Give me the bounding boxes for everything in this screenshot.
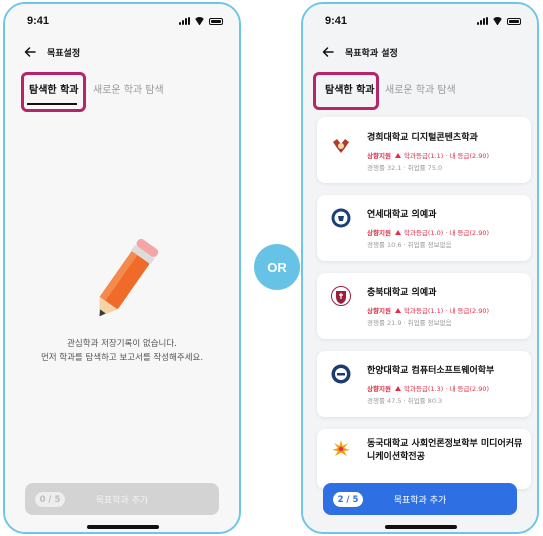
phone-frame-right: 9:41 목표학과 설정 탐색한 학과 새로운 학과 탐색 경희대학교 디지털콘… xyxy=(301,2,539,534)
grade-detail: 학과등급(1.1) · 내 등급(2.90) xyxy=(403,152,489,160)
button-label: 목표학과 추가 xyxy=(95,496,149,506)
status-time: 9:41 xyxy=(325,15,348,27)
or-badge: OR xyxy=(254,244,300,290)
app-bar: 목표설정 xyxy=(5,42,239,62)
support-level: 상향지원 xyxy=(367,152,391,160)
signal-icon xyxy=(477,17,488,25)
university-logo-icon xyxy=(331,286,351,306)
university-logo-icon xyxy=(331,364,351,384)
competition-employment-info: 경쟁률 47.5 · 취업률 80.3 xyxy=(367,397,443,405)
support-level: 상향지원 xyxy=(367,385,391,393)
department-card[interactable]: 연세대학교 의예과 상향지원 학과등급(1.0) · 내 등급(2.90) 경쟁률… xyxy=(317,195,531,261)
triangle-up-icon xyxy=(394,386,401,391)
wifi-icon xyxy=(492,17,503,25)
department-card[interactable]: 한양대학교 컴퓨터소프트웨어학부 상향지원 학과등급(1.3) · 내 등급(2.… xyxy=(317,351,531,417)
university-logo-icon xyxy=(331,208,351,228)
page-title: 목표학과 설정 xyxy=(345,49,398,59)
grade-info: 상향지원 학과등급(1.1) · 내 등급(2.90) xyxy=(367,305,489,315)
screen-department-list: 9:41 목표학과 설정 탐색한 학과 새로운 학과 탐색 경희대학교 디지털콘… xyxy=(303,4,537,532)
back-arrow-icon[interactable] xyxy=(321,45,335,59)
university-logo-icon xyxy=(333,139,349,153)
department-name: 동국대학교 사회언론정보학부 미디어커뮤니케이션학전공 xyxy=(367,439,523,462)
grade-detail: 학과등급(1.1) · 내 등급(2.90) xyxy=(403,307,489,315)
add-target-department-button[interactable]: 0 / 5 목표학과 추가 xyxy=(25,483,219,515)
status-icons xyxy=(179,17,223,25)
status-icons xyxy=(477,17,521,25)
tab-highlight-box xyxy=(313,72,379,110)
signal-icon xyxy=(179,17,190,25)
competition-employment-info: 경쟁률 32.1 · 취업률 75.0 xyxy=(367,164,443,172)
phone-frame-left: 9:41 목표설정 탐색한 학과 새로운 학과 탐색 관심학과 저장기록이 없습… xyxy=(3,2,241,534)
tab-new-department-search[interactable]: 새로운 학과 탐색 xyxy=(385,81,456,96)
support-level: 상향지원 xyxy=(367,229,391,237)
pencil-icon xyxy=(99,238,159,317)
competition-employment-info: 경쟁률 10.6 · 취업률 정보없음 xyxy=(367,241,452,249)
grade-info: 상향지원 학과등급(1.3) · 내 등급(2.90) xyxy=(367,383,489,393)
battery-icon xyxy=(209,17,223,25)
triangle-up-icon xyxy=(394,230,401,235)
empty-state-message: 관심학과 저장기록이 없습니다. 먼저 학과를 탐색하고 보고서를 작성해주세요… xyxy=(5,337,239,365)
department-name: 한양대학교 컴퓨터소프트웨어학부 xyxy=(367,366,495,376)
department-name: 충북대학교 의예과 xyxy=(367,288,437,298)
status-bar: 9:41 xyxy=(5,15,239,31)
empty-message-line1: 관심학과 저장기록이 없습니다. xyxy=(67,339,177,349)
tab-bar: 탐색한 학과 새로운 학과 탐색 xyxy=(21,72,221,112)
university-logo-icon xyxy=(332,440,350,456)
home-indicator xyxy=(87,525,159,529)
battery-icon xyxy=(507,17,521,25)
support-level: 상향지원 xyxy=(367,307,391,315)
grade-detail: 학과등급(1.0) · 내 등급(2.90) xyxy=(403,229,489,237)
department-card[interactable]: 동국대학교 사회언론정보학부 미디어커뮤니케이션학전공 xyxy=(317,429,531,489)
triangle-up-icon xyxy=(394,308,401,313)
status-time: 9:41 xyxy=(27,15,50,27)
page-title: 목표설정 xyxy=(47,49,81,59)
add-target-department-button[interactable]: 2 / 5 목표학과 추가 xyxy=(323,483,517,515)
back-arrow-icon[interactable] xyxy=(23,45,37,59)
screen-empty-state: 9:41 목표설정 탐색한 학과 새로운 학과 탐색 관심학과 저장기록이 없습… xyxy=(5,4,239,532)
department-name: 경희대학교 디지털콘텐츠학과 xyxy=(367,133,478,143)
grade-detail: 학과등급(1.3) · 내 등급(2.90) xyxy=(403,385,489,393)
tab-new-department-search[interactable]: 새로운 학과 탐색 xyxy=(93,81,164,96)
grade-info: 상향지원 학과등급(1.0) · 내 등급(2.90) xyxy=(367,227,489,237)
wifi-icon xyxy=(194,17,205,25)
home-indicator xyxy=(385,525,457,529)
department-card[interactable]: 경희대학교 디지털콘텐츠학과 상향지원 학과등급(1.1) · 내 등급(2.90… xyxy=(317,117,531,183)
empty-message-line2: 먼저 학과를 탐색하고 보고서를 작성해주세요. xyxy=(40,353,204,363)
department-card[interactable]: 충북대학교 의예과 상향지원 학과등급(1.1) · 내 등급(2.90) 경쟁률… xyxy=(317,273,531,339)
triangle-up-icon xyxy=(394,153,401,158)
tab-bar: 탐색한 학과 새로운 학과 탐색 xyxy=(313,72,519,110)
status-bar: 9:41 xyxy=(303,15,537,31)
competition-employment-info: 경쟁률 21.9 · 취업률 정보없음 xyxy=(367,319,452,327)
button-label: 목표학과 추가 xyxy=(393,496,447,506)
app-bar: 목표학과 설정 xyxy=(303,42,537,62)
department-name: 연세대학교 의예과 xyxy=(367,210,437,220)
tab-highlight-box xyxy=(21,72,86,112)
grade-info: 상향지원 학과등급(1.1) · 내 등급(2.90) xyxy=(367,150,489,160)
